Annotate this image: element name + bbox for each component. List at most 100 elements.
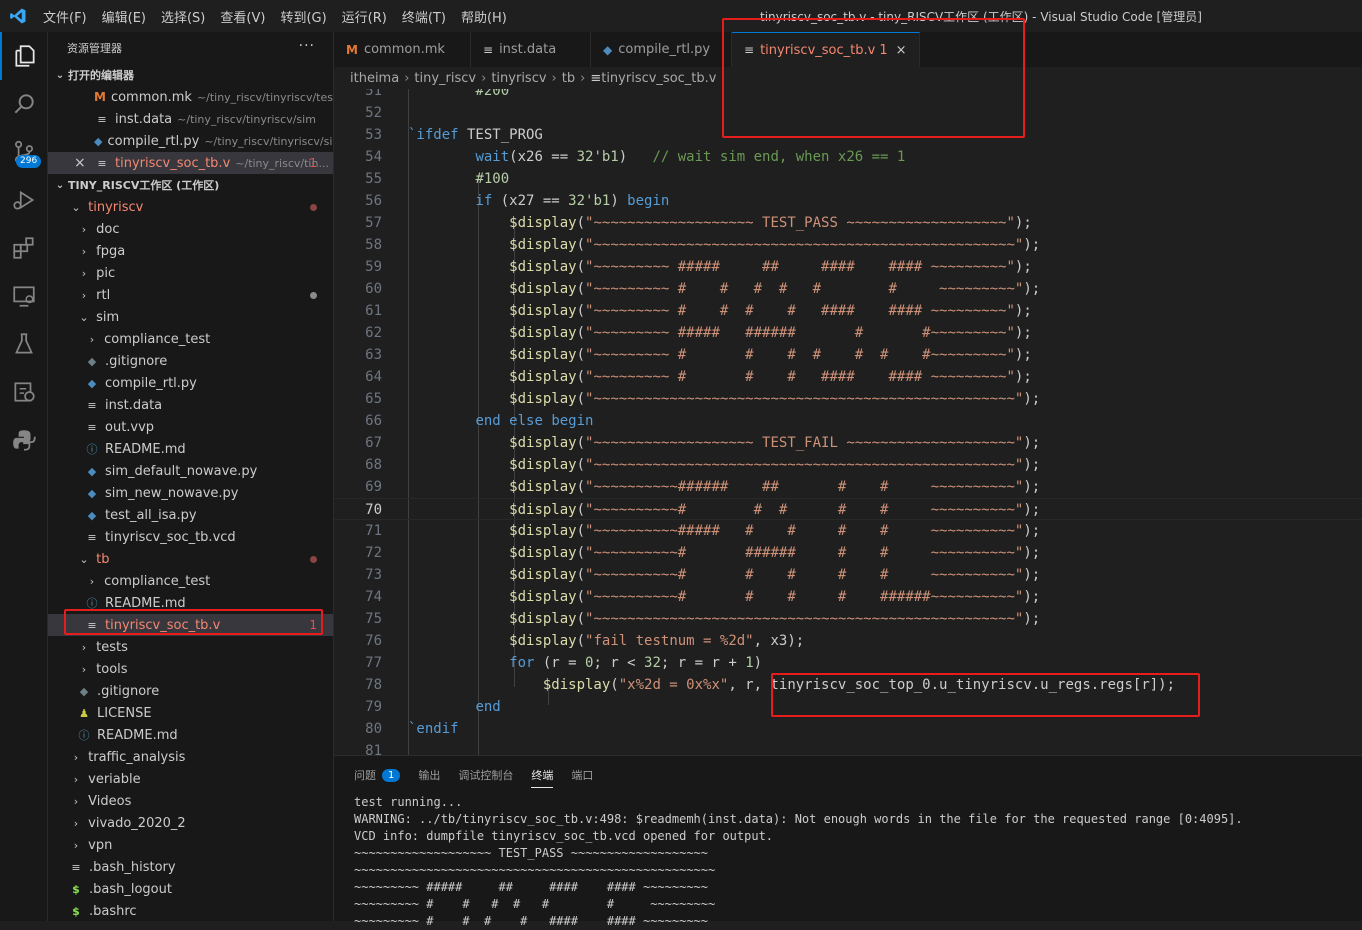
tree-item-tinyriscv-soc-tb-vcd[interactable]: ≡ tinyriscv_soc_tb.vcd [48,526,333,548]
code-line-73[interactable]: 73 $display("~~~~~~~~~~# # # # # ~~~~~~~… [334,564,1362,586]
code-line-71[interactable]: 71 $display("~~~~~~~~~~##### # # # # ~~~… [334,520,1362,542]
code-line-64[interactable]: 64 $display("~~~~~~~~~ # # # #### #### ~… [334,366,1362,388]
tree-item-tools[interactable]: › tools [48,658,333,680]
code-line-75[interactable]: 75 $display("~~~~~~~~~~~~~~~~~~~~~~~~~~~… [334,608,1362,630]
open-editor-2[interactable]: ◆ compile_rtl.py ~/tiny_riscv/tinyriscv/si… [48,130,333,152]
tab-compile-rtl-py[interactable]: ◆ compile_rtl.py [591,32,732,67]
tree-item--gitignore[interactable]: ◆ .gitignore [48,350,333,372]
workspace-section[interactable]: ⌄ TINY_RISCV工作区 (工作区) [48,174,333,196]
tree-item--bashrc[interactable]: $ .bashrc [48,900,333,921]
code-line-76[interactable]: 76 $display("fail testnum = %2d", x3); [334,630,1362,652]
tree-item-sim-default-nowave-py[interactable]: ◆ sim_default_nowave.py [48,460,333,482]
panel-tab-0[interactable]: 问题 1 [354,756,401,794]
code-line-59[interactable]: 59 $display("~~~~~~~~~ ##### ## #### ###… [334,256,1362,278]
menu-item-7[interactable]: 帮助(H) [461,7,507,26]
open-editor-0[interactable]: Mcommon.mk ~/tiny_riscv/tinyriscv/test... [48,86,333,108]
code-line-54[interactable]: 54 wait(x26 == 32'b1) // wait sim end, w… [334,146,1362,168]
tree-item-veriable[interactable]: › veriable [48,768,333,790]
open-editor-3[interactable]: × ≡ tinyriscv_soc_tb.v ~/tiny_riscv/tin... 1 [48,152,333,174]
code-line-60[interactable]: 60 $display("~~~~~~~~~ # # # # # # ~~~~~… [334,278,1362,300]
vscode-logo-icon[interactable] [0,0,36,32]
explorer-icon[interactable] [0,32,48,80]
code-line-66[interactable]: 66 end else begin [334,410,1362,432]
code-line-55[interactable]: 55 #100 [334,168,1362,190]
code-line-67[interactable]: 67 $display("~~~~~~~~~~~~~~~~~~~ TEST_FA… [334,432,1362,454]
tree-item-readme-md[interactable]: ⓘ README.md [48,438,333,460]
tree-item-readme-md[interactable]: ⓘ README.md [48,724,333,746]
code-line-62[interactable]: 62 $display("~~~~~~~~~ ##### ###### # #~… [334,322,1362,344]
line-number: 64 [365,369,382,385]
code-line-58[interactable]: 58 $display("~~~~~~~~~~~~~~~~~~~~~~~~~~~… [334,234,1362,256]
code-line-65[interactable]: 65 $display("~~~~~~~~~~~~~~~~~~~~~~~~~~~… [334,388,1362,410]
tree-item-sim[interactable]: ⌄ sim [48,306,333,328]
code-line-70[interactable]: 70 $display("~~~~~~~~~~# # # # # ~~~~~~~… [334,498,1362,520]
panel-tab-3[interactable]: 终端 [531,756,554,794]
breadcrumb-item[interactable]: tiny_riscv [414,71,476,86]
close-editor-icon[interactable]: × [74,155,86,171]
tree-item-videos[interactable]: › Videos [48,790,333,812]
terminal-output[interactable]: test running... WARNING: ../tb/tinyriscv_… [334,794,1362,930]
code-line-69[interactable]: 69 $display("~~~~~~~~~~###### ## # # ~~~… [334,476,1362,498]
tree-item-tb[interactable]: ⌄ tb [48,548,333,570]
code-line-61[interactable]: 61 $display("~~~~~~~~~ # # # # #### ####… [334,300,1362,322]
python-icon[interactable] [0,416,48,464]
tree-item--bash-logout[interactable]: $ .bash_logout [48,878,333,900]
code-line-63[interactable]: 63 $display("~~~~~~~~~ # # # # # # #~~~~… [334,344,1362,366]
tree-item-fpga[interactable]: › fpga [48,240,333,262]
menu-item-2[interactable]: 选择(S) [161,7,205,26]
code-line-80[interactable]: 80 `endif [334,718,1362,740]
more-actions-icon[interactable]: ··· [299,38,315,54]
menu-item-6[interactable]: 终端(T) [402,7,446,26]
tree-item-inst-data[interactable]: ≡ inst.data [48,394,333,416]
tree-item-license[interactable]: ♟ LICENSE [48,702,333,724]
menu-item-0[interactable]: 文件(F) [43,7,87,26]
run-debug-icon[interactable] [0,176,48,224]
panel-tab-1[interactable]: 输出 [418,756,440,794]
tab-inst-data[interactable]: ≡ inst.data [471,32,591,67]
extensions-icon[interactable] [0,224,48,272]
code-line-81[interactable]: 81 [334,740,1362,755]
code-line-74[interactable]: 74 $display("~~~~~~~~~~# # # # ######~~~… [334,586,1362,608]
tree-item--bash-history[interactable]: ≡ .bash_history [48,856,333,878]
breadcrumb-item[interactable]: itheima [350,71,399,86]
tree-item-traffic-analysis[interactable]: › traffic_analysis [48,746,333,768]
tree-item-pic[interactable]: › pic [48,262,333,284]
menu-item-4[interactable]: 转到(G) [280,7,326,26]
code-line-56[interactable]: 56 if (x27 == 32'b1) begin [334,190,1362,212]
breadcrumb-item[interactable]: tinyriscv_soc_tb.v [601,71,716,86]
tree-item-compliance-test[interactable]: › compliance_test [48,570,333,592]
code-line-77[interactable]: 77 for (r = 0; r < 32; r = r + 1) [334,652,1362,674]
menu-item-1[interactable]: 编辑(E) [102,7,146,26]
tree-item--gitignore[interactable]: ◆ .gitignore [48,680,333,702]
breadcrumb-item[interactable]: tinyriscv [491,71,546,86]
menu-item-5[interactable]: 运行(R) [342,7,387,26]
tree-item-tests[interactable]: › tests [48,636,333,658]
code-line-72[interactable]: 72 $display("~~~~~~~~~~# ###### # # ~~~~… [334,542,1362,564]
open-editors-section[interactable]: ⌄ 打开的编辑器 [48,64,333,86]
tree-item-sim-new-nowave-py[interactable]: ◆ sim_new_nowave.py [48,482,333,504]
menu-item-3[interactable]: 查看(V) [220,7,265,26]
breadcrumb-item[interactable]: tb [562,71,575,86]
tree-item-tinyriscv[interactable]: ⌄ tinyriscv [48,196,333,218]
remote-explorer-icon[interactable] [0,272,48,320]
tab-label: common.mk [363,42,445,57]
tree-item-compile-rtl-py[interactable]: ◆ compile_rtl.py [48,372,333,394]
search-icon[interactable] [0,80,48,128]
tree-item-rtl[interactable]: › rtl [48,284,333,306]
code-line-57[interactable]: 57 $display("~~~~~~~~~~~~~~~~~~~ TEST_PA… [334,212,1362,234]
tree-item-vpn[interactable]: › vpn [48,834,333,856]
testing-icon[interactable] [0,320,48,368]
code-editor[interactable]: 51 #200 52 53 `ifdef TEST_PROG 54 wait(x26 =… [334,89,1362,755]
open-editor-1[interactable]: ≡ inst.data ~/tiny_riscv/tinyriscv/sim [48,108,333,130]
docker-icon[interactable] [0,368,48,416]
panel-tab-4[interactable]: 端口 [571,756,593,794]
code-line-68[interactable]: 68 $display("~~~~~~~~~~~~~~~~~~~~~~~~~~~… [334,454,1362,476]
tree-item-out-vvp[interactable]: ≡ out.vvp [48,416,333,438]
tree-item-vivado-2020-2[interactable]: › vivado_2020_2 [48,812,333,834]
tab-common-mk[interactable]: Mcommon.mk [334,32,471,67]
tree-item-doc[interactable]: › doc [48,218,333,240]
source-control-icon[interactable]: 296 [0,128,48,176]
tree-item-compliance-test[interactable]: › compliance_test [48,328,333,350]
tree-item-test-all-isa-py[interactable]: ◆ test_all_isa.py [48,504,333,526]
panel-tab-2[interactable]: 调试控制台 [458,756,513,794]
